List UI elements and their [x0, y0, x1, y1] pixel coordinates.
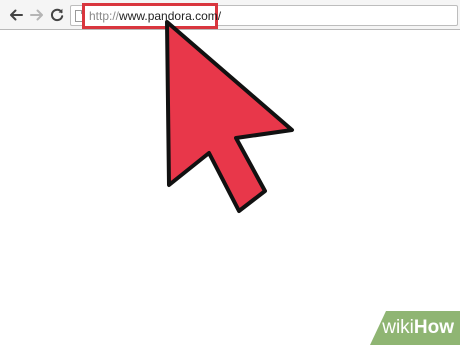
- mouse-pointer-icon: [165, 20, 294, 213]
- watermark-wiki: wiki: [382, 317, 414, 338]
- watermark-text: wikiHow: [382, 317, 454, 339]
- wikihow-watermark: wikiHow: [362, 311, 460, 345]
- watermark-how: How: [413, 317, 454, 338]
